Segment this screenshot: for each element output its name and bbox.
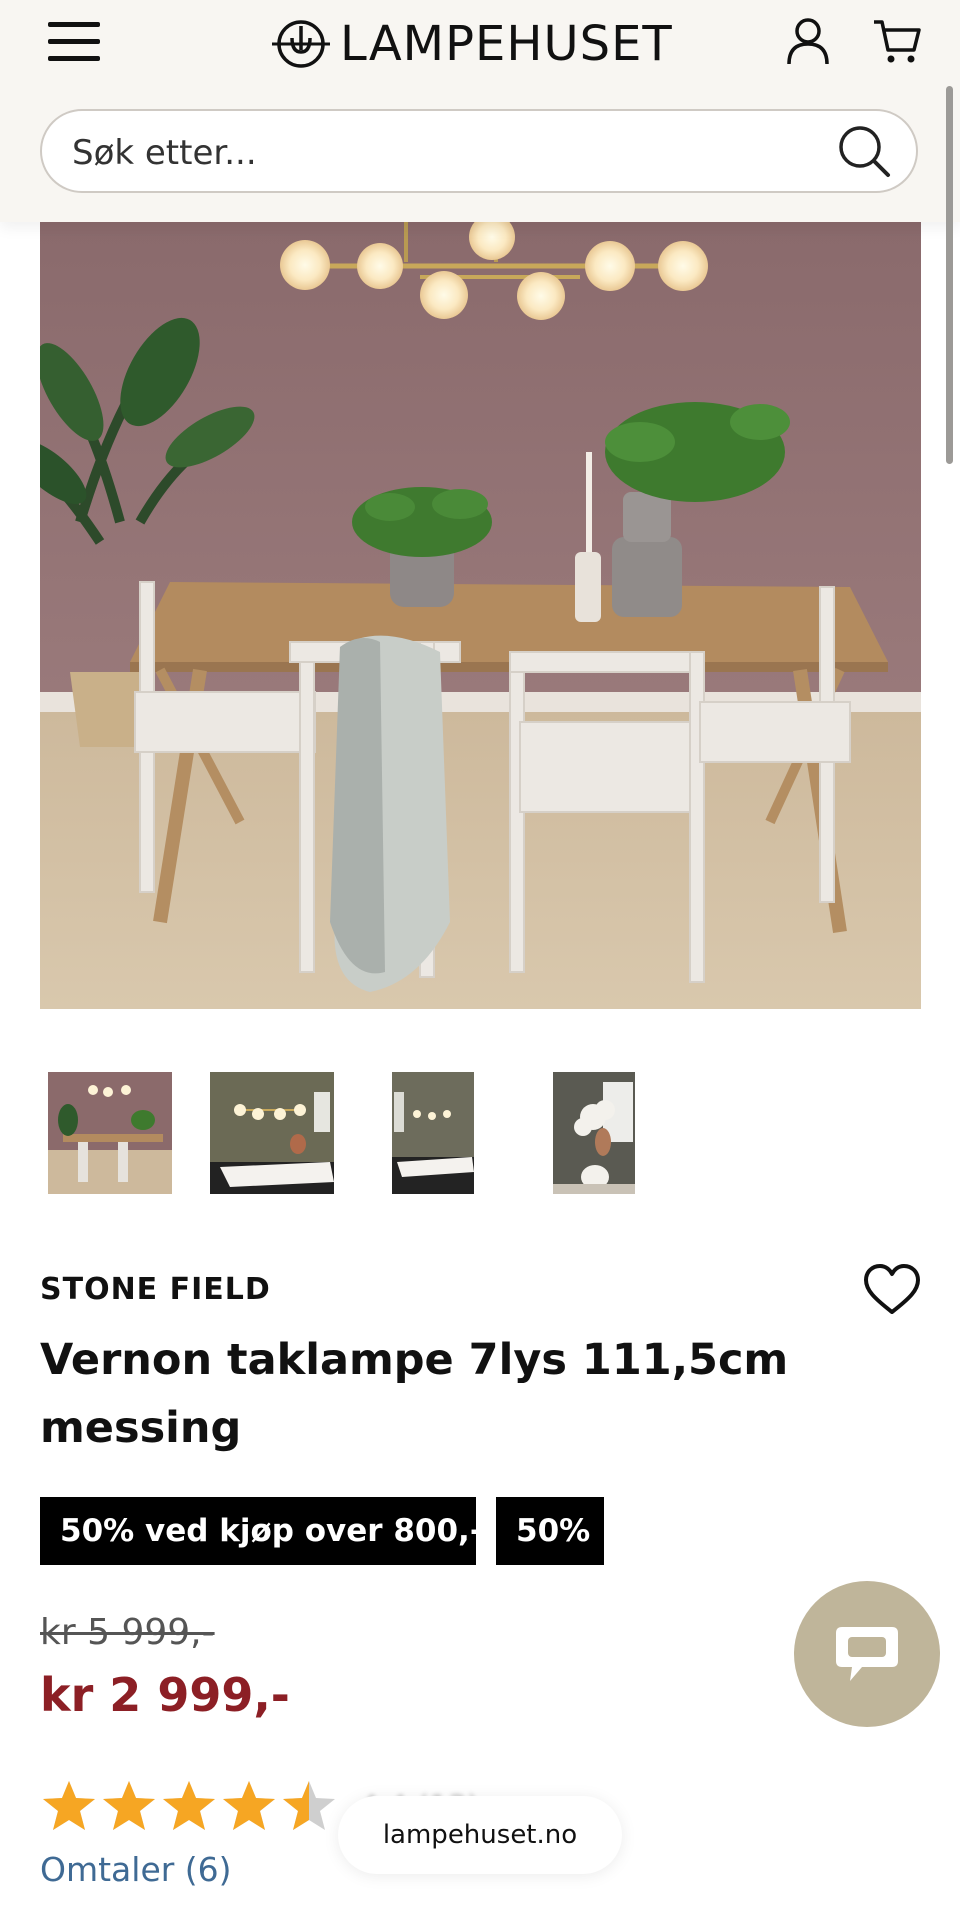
star-icon xyxy=(283,1781,335,1830)
star-icon xyxy=(43,1781,95,1830)
original-price: kr 5 999,- xyxy=(40,1612,215,1653)
page-scrollbar[interactable] xyxy=(946,86,953,464)
sale-price: kr 2 999,- xyxy=(40,1668,290,1722)
chat-icon xyxy=(836,1627,898,1681)
search-input[interactable] xyxy=(70,123,834,183)
star-icon xyxy=(223,1781,275,1830)
discount-tag: 50% xyxy=(496,1497,604,1565)
promo-tag: 50% ved kjøp over 800,- xyxy=(40,1497,483,1565)
chat-button[interactable] xyxy=(794,1581,940,1727)
search-icon[interactable] xyxy=(836,123,892,179)
thumbnail-3[interactable] xyxy=(392,1072,474,1194)
star-icon xyxy=(163,1781,215,1830)
browser-url-bar[interactable]: lampehuset.no xyxy=(338,1796,622,1874)
heart-icon[interactable] xyxy=(862,1262,922,1318)
product-title: Vernon taklampe 7lys 111,5cm messing xyxy=(40,1335,789,1453)
thumbnail-4[interactable] xyxy=(553,1072,635,1194)
user-icon[interactable] xyxy=(785,16,831,66)
product-brand[interactable]: STONE FIELD xyxy=(40,1272,271,1307)
logo-lamp-icon xyxy=(272,20,330,68)
cart-icon[interactable] xyxy=(872,16,922,66)
site-header: LAMPEHUSET xyxy=(0,0,960,222)
star-icon xyxy=(103,1781,155,1830)
thumbnail-1[interactable] xyxy=(48,1072,172,1194)
thumbnail-2[interactable] xyxy=(210,1072,334,1194)
logo-text: LAMPEHUSET xyxy=(340,16,673,72)
rating-stars xyxy=(40,1778,340,1834)
reviews-link[interactable]: Omtaler (6) xyxy=(40,1850,232,1889)
thumbnail-strip xyxy=(0,1072,960,1194)
menu-icon[interactable] xyxy=(48,20,100,64)
site-logo[interactable]: LAMPEHUSET xyxy=(270,14,673,74)
product-main-image[interactable] xyxy=(40,222,921,1009)
search-bar xyxy=(40,109,918,193)
